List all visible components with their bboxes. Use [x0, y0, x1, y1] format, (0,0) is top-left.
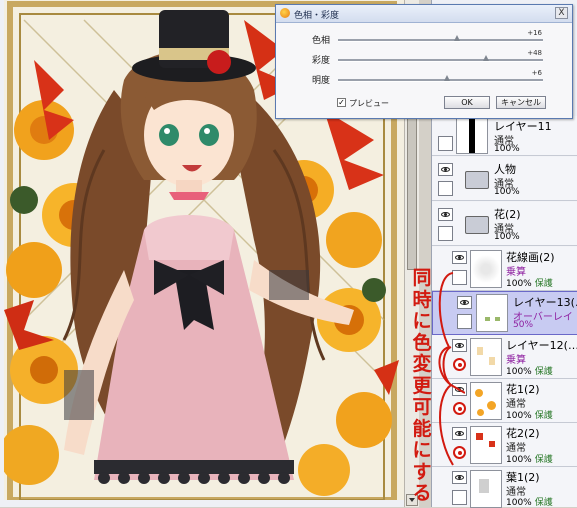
hue-slider[interactable]: 色相 +16 [276, 29, 572, 49]
layer-thumbnail [470, 338, 502, 376]
layer-thumbnail [470, 382, 502, 420]
layer-row[interactable]: レイヤー11 通常 100% [432, 116, 577, 156]
cancel-button[interactable]: キャンセル [496, 96, 546, 109]
folder-icon [465, 171, 489, 189]
close-icon[interactable]: X [555, 7, 568, 19]
layer-opacity: 100% 保護 [506, 455, 553, 465]
layer-edit-toggle[interactable] [438, 181, 453, 196]
saturation-knob[interactable] [482, 55, 489, 61]
eye-icon[interactable] [438, 208, 453, 221]
hue-knob[interactable] [453, 35, 460, 41]
layer-opacity: 100% [494, 144, 520, 154]
folder-icon [465, 216, 489, 234]
brightness-label: 明度 [312, 76, 331, 86]
brightness-value: +6 [531, 69, 542, 77]
layer-edit-toggle[interactable] [438, 226, 453, 241]
dialog-titlebar[interactable]: 色相・彩度 X [276, 5, 572, 23]
layer-edit-toggle[interactable] [438, 136, 453, 151]
layer-opacity: 100% 保護 [506, 367, 553, 377]
layer-opacity: 50% [513, 320, 534, 330]
saturation-label: 彩度 [312, 56, 331, 66]
layer-thumbnail [456, 117, 488, 154]
layer-opacity: 100% 保護 [506, 411, 553, 421]
hue-value: +16 [527, 29, 542, 37]
layer-opacity: 100% [494, 232, 520, 242]
layer-opacity: 100% [494, 187, 520, 197]
hue-track[interactable] [338, 39, 543, 42]
saturation-track[interactable] [338, 59, 543, 62]
eye-icon[interactable] [452, 251, 467, 264]
layer-folder-row[interactable]: 人物 通常 100% [432, 157, 577, 201]
dialog-title: 色相・彩度 [294, 11, 340, 21]
layer-thumbnail [476, 294, 508, 332]
brightness-track[interactable] [338, 79, 543, 82]
palette-icon [280, 8, 290, 18]
annotation-text: 同時に色変更可能にする [412, 267, 432, 504]
layer-thumbnail [470, 470, 502, 508]
layer-opacity: 100% 保護 [506, 498, 553, 508]
layer-opacity: 100% 保護 [506, 279, 553, 289]
brightness-slider[interactable]: 明度 +6 [276, 69, 572, 89]
layer-thumbnail [470, 250, 502, 288]
brightness-knob[interactable] [443, 75, 450, 81]
layer-thumbnail [470, 426, 502, 464]
saturation-slider[interactable]: 彩度 +48 [276, 49, 572, 69]
scrollbar-thumb[interactable] [407, 110, 417, 270]
ok-button[interactable]: OK [444, 96, 490, 109]
preview-label: プレビュー [349, 99, 389, 108]
saturation-value: +48 [527, 49, 542, 57]
hue-saturation-dialog[interactable]: 色相・彩度 X 色相 +16 彩度 +48 明度 +6 ✓ プレビュー OK キ… [275, 4, 573, 119]
layer-folder-row[interactable]: 花(2) 通常 100% [432, 202, 577, 246]
eye-icon[interactable] [438, 163, 453, 176]
hue-label: 色相 [312, 36, 331, 46]
preview-checkbox[interactable]: ✓ [337, 98, 346, 107]
